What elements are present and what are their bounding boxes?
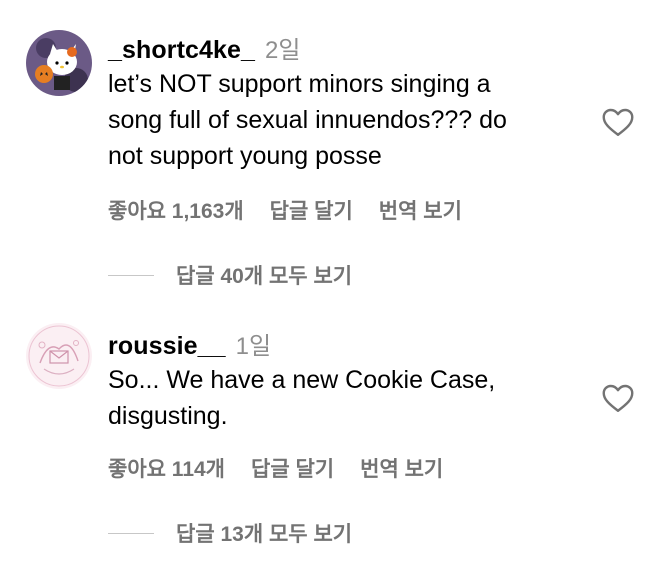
username[interactable]: roussie__ <box>108 332 226 361</box>
avatar-image <box>26 30 92 96</box>
translate-button[interactable]: 번역 보기 <box>379 195 462 225</box>
translate-button[interactable]: 번역 보기 <box>360 453 443 483</box>
timestamp[interactable]: 2일 <box>265 30 300 65</box>
comment-text-line: So... We have a new Cookie Case, <box>108 366 496 394</box>
divider-line <box>108 274 154 276</box>
like-button[interactable] <box>600 104 636 140</box>
reply-button[interactable]: 답글 달기 <box>270 195 353 225</box>
comment-text-line: song full of sexual innuendos??? do <box>108 106 507 134</box>
comment-text: So... We have a new Cookie Case, disgust… <box>108 362 588 434</box>
view-replies-label: 답글 13개 모두 보기 <box>176 523 353 546</box>
comment-text-line: not support young posse <box>108 142 382 170</box>
heart-outline-icon <box>602 108 634 136</box>
comment-body: _shortc4ke_ 2일 let’s NOT support minors … <box>108 30 588 174</box>
comment-text-line: let’s NOT support minors singing a <box>108 70 491 98</box>
divider-line <box>108 532 154 534</box>
avatar-roussie[interactable] <box>26 323 92 389</box>
like-button[interactable] <box>600 380 636 416</box>
comment-actions: 좋아요 114개 답글 달기 번역 보기 <box>108 453 443 483</box>
avatar-image <box>26 323 92 389</box>
comment-text-line: disgusting. <box>108 402 228 430</box>
comment-actions: 좋아요 1,163개 답글 달기 번역 보기 <box>108 195 462 225</box>
comment-text: let’s NOT support minors singing a song … <box>108 66 588 174</box>
likes-count[interactable]: 좋아요 114개 <box>108 453 225 483</box>
likes-count[interactable]: 좋아요 1,163개 <box>108 195 244 225</box>
view-replies-button[interactable]: 답글 13개 모두 보기 <box>108 518 352 548</box>
comment-body: roussie__ 1일 So... We have a new Cookie … <box>108 326 588 434</box>
comment-header: roussie__ 1일 <box>108 326 588 361</box>
timestamp[interactable]: 1일 <box>236 326 271 361</box>
view-replies-button[interactable]: 답글 40개 모두 보기 <box>108 260 352 290</box>
reply-button[interactable]: 답글 달기 <box>251 453 334 483</box>
heart-outline-icon <box>602 384 634 412</box>
comment-header: _shortc4ke_ 2일 <box>108 30 588 65</box>
avatar-shortc4ke[interactable] <box>26 30 92 96</box>
view-replies-label: 답글 40개 모두 보기 <box>176 265 353 288</box>
username[interactable]: _shortc4ke_ <box>108 36 255 65</box>
